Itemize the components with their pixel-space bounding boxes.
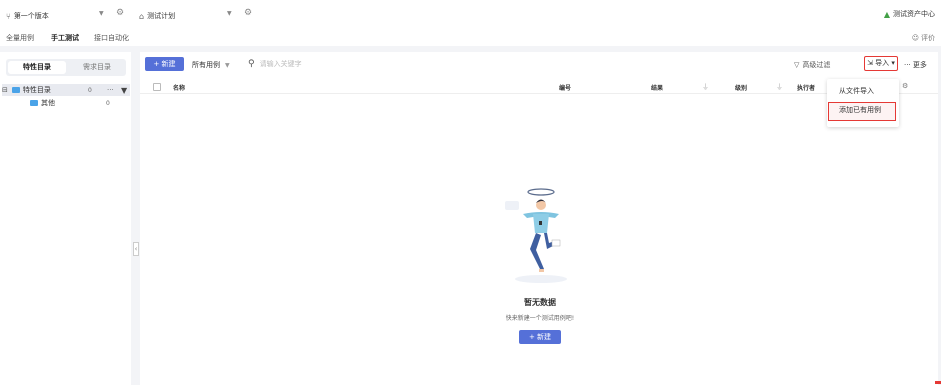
corner-marker [935,381,941,384]
filter-icon[interactable]: ⏚ [702,82,709,92]
chevron-down-icon[interactable]: ▼ [227,10,232,17]
column-level[interactable]: 级别 [735,83,747,92]
gear-icon[interactable]: ⚙ [116,8,124,18]
empty-new-case-button[interactable]: + 新建 [519,330,561,344]
chevron-down-icon[interactable]: ▼ [99,10,104,17]
chevron-down-icon: ▼ [225,62,230,69]
advanced-filter-button[interactable]: ▽ 高级过滤 [794,60,830,70]
asset-center-label: 测试资产中心 [893,10,935,18]
import-icon: ⇲ [867,59,873,67]
case-filter-select[interactable]: 所有用例 ▼ [192,60,230,70]
column-id[interactable]: 编号 [559,83,571,92]
home-icon: ⌂ [139,11,145,21]
filter-icon[interactable]: ▼ [121,86,127,95]
tree-item-label: 其他 [41,99,55,107]
plan-selector[interactable]: ⌂ 测试计划 [139,9,175,23]
column-name[interactable]: 名称 [173,83,185,92]
column-settings-icon[interactable]: ⚙ [902,82,908,90]
collapse-sidebar-button[interactable]: ‹ [133,242,139,256]
folder-icon [11,87,20,93]
tree-item-count: 0 [88,86,92,94]
search-icon: ⚲ [248,59,255,69]
version-label: 第一个版本 [13,12,49,20]
segment-requirement-dir[interactable]: 需求目录 [68,59,126,76]
column-result[interactable]: 结果 [651,83,663,92]
tab-manual-test[interactable]: 手工测试 [51,33,79,43]
tab-all-cases[interactable]: 全量用例 [6,33,34,43]
more-icon[interactable]: ··· [107,86,114,94]
table-header: 名称 编号 结果 ⏚ 级别 ⏚ 执行者 ⚙ [140,79,938,94]
tab-api-automation[interactable]: 接口自动化 [94,33,129,43]
version-selector[interactable]: ⑂ 第一个版本 [6,9,49,23]
tree-item-other[interactable]: 其他 0 [2,97,130,109]
search-input[interactable]: ⚲ 请输入关键字 [248,58,338,70]
empty-state-subtitle: 快来新建一个测试用例吧! [505,315,575,322]
rate-label: 评价 [921,34,935,42]
menu-item-import-from-file[interactable]: 从文件导入 [839,86,874,96]
more-button[interactable]: ··· 更多 [904,60,927,70]
case-filter-label: 所有用例 [192,61,220,69]
chevron-down-icon: ▾ [891,59,895,67]
asset-center-link[interactable]: ▲ 测试资产中心 [884,9,935,19]
funnel-icon: ▽ [794,61,800,69]
directory-switch: 特性目录 需求目录 [6,59,126,76]
empty-state-title: 暂无数据 [524,298,556,307]
tree-item-count: 0 [106,99,110,107]
smile-icon: ☺ [911,34,919,42]
select-all-checkbox[interactable] [153,83,161,91]
advanced-filter-label: 高级过滤 [802,61,831,69]
import-button[interactable]: ⇲ 导入 ▾ [864,56,898,71]
gear-icon[interactable]: ⚙ [244,8,252,18]
new-case-button[interactable]: + 新建 [145,57,184,71]
branch-icon: ⑂ [6,11,11,21]
tab-bar: 全量用例 手工测试 接口自动化 ☺ 评价 [0,30,941,46]
import-label: 导入 [875,59,890,67]
folder-icon [30,100,38,106]
asset-icon: ▲ [883,9,890,19]
filter-icon[interactable]: ⏚ [776,82,783,92]
menu-item-add-existing-case[interactable]: 添加已有用例 [828,102,896,121]
rate-button[interactable]: ☺ 评价 [912,33,935,43]
search-placeholder: 请输入关键字 [259,60,302,68]
plan-label: 测试计划 [147,12,176,20]
empty-state-illustration [505,188,567,283]
import-menu: 从文件导入 添加已有用例 [827,79,899,127]
tree-item-feature-dir[interactable]: ⊟ 特性目录 0 ··· ▼ [2,84,130,96]
collapse-tree-icon[interactable]: ⊟ [2,86,8,94]
sidebar: 特性目录 需求目录 ⊟ 特性目录 0 ··· ▼ 其他 0 [0,52,131,385]
tree-item-label: 特性目录 [22,86,51,94]
column-executor[interactable]: 执行者 [797,83,815,92]
segment-feature-dir[interactable]: 特性目录 [8,61,66,74]
top-bar: ⑂ 第一个版本 ▼ ⚙ ⌂ 测试计划 ▼ ⚙ ▲ 测试资产中心 [0,0,941,30]
